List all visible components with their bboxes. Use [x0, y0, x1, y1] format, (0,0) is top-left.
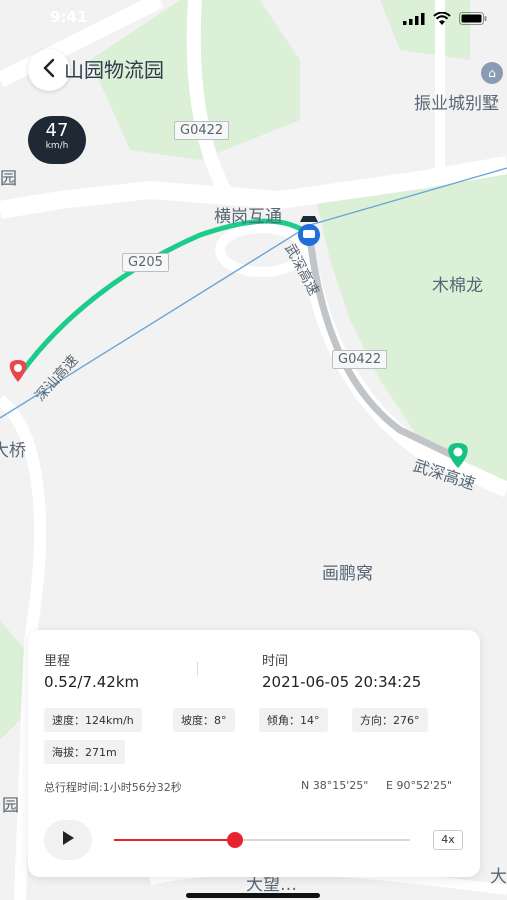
home-indicator: [186, 893, 320, 898]
progress-slider[interactable]: [114, 832, 410, 848]
speed-unit: km/h: [45, 141, 69, 151]
battery-icon: [459, 10, 487, 29]
map-label-henggang: 横岗互通: [214, 207, 282, 227]
chip-altitude: 海拔：271m: [44, 740, 125, 764]
time-label: 时间: [262, 654, 289, 669]
status-bar: 9:41: [0, 6, 507, 30]
road-label-g205: G205: [122, 253, 169, 272]
coordinate-north: N 38°15'25": [301, 779, 369, 792]
chip-speed: 速度：124km/h: [44, 708, 142, 732]
vehicle-marker-icon: [298, 216, 320, 246]
chip-tilt: 倾角：14°: [259, 708, 328, 732]
map-label-left-bridge: 大桥: [0, 441, 26, 461]
chip-direction: 方向：276°: [352, 708, 428, 732]
cellular-signal-icon: [403, 10, 425, 29]
progress-fill: [114, 839, 236, 841]
map-label-bottom-right: 大: [490, 867, 507, 887]
status-time: 9:41: [50, 8, 88, 26]
total-trip-time: 总行程时间:1小时56分32秒: [44, 781, 182, 794]
map-label-zhenye: 振业城别墅: [414, 94, 499, 114]
speed-value: 47: [45, 120, 69, 141]
progress-knob[interactable]: [227, 832, 244, 848]
divider: [197, 662, 198, 676]
speed-badge: 47 km/h: [28, 116, 86, 164]
map-label-huapengwo: 画鹏窝: [322, 564, 373, 584]
map-label-left-park: 花园: [0, 169, 17, 189]
page-title: 山园物流园: [64, 58, 164, 82]
playback-speed-button[interactable]: 4x: [433, 830, 463, 850]
map-label-left-garden: 园: [2, 796, 19, 816]
trip-info-panel: 里程 0.52/7.42km 时间 2021-06-05 20:34:25 速度…: [28, 630, 480, 877]
chip-slope: 坡度：8°: [173, 708, 235, 732]
coordinate-east: E 90°52'25": [386, 779, 453, 792]
play-icon: [61, 830, 75, 850]
poi-icon: ⌂: [481, 62, 503, 84]
mileage-value: 0.52/7.42km: [44, 673, 140, 691]
time-value: 2021-06-05 20:34:25: [262, 673, 422, 691]
play-button[interactable]: [44, 820, 92, 860]
road-label-g0422-mid: G0422: [332, 350, 388, 369]
road-label-g0422-top: G0422: [174, 121, 230, 140]
wifi-icon: [433, 10, 451, 29]
chevron-left-icon: [42, 58, 56, 82]
map-label-mumianlong: 木棉龙: [432, 276, 483, 296]
mileage-label: 里程: [44, 654, 71, 669]
